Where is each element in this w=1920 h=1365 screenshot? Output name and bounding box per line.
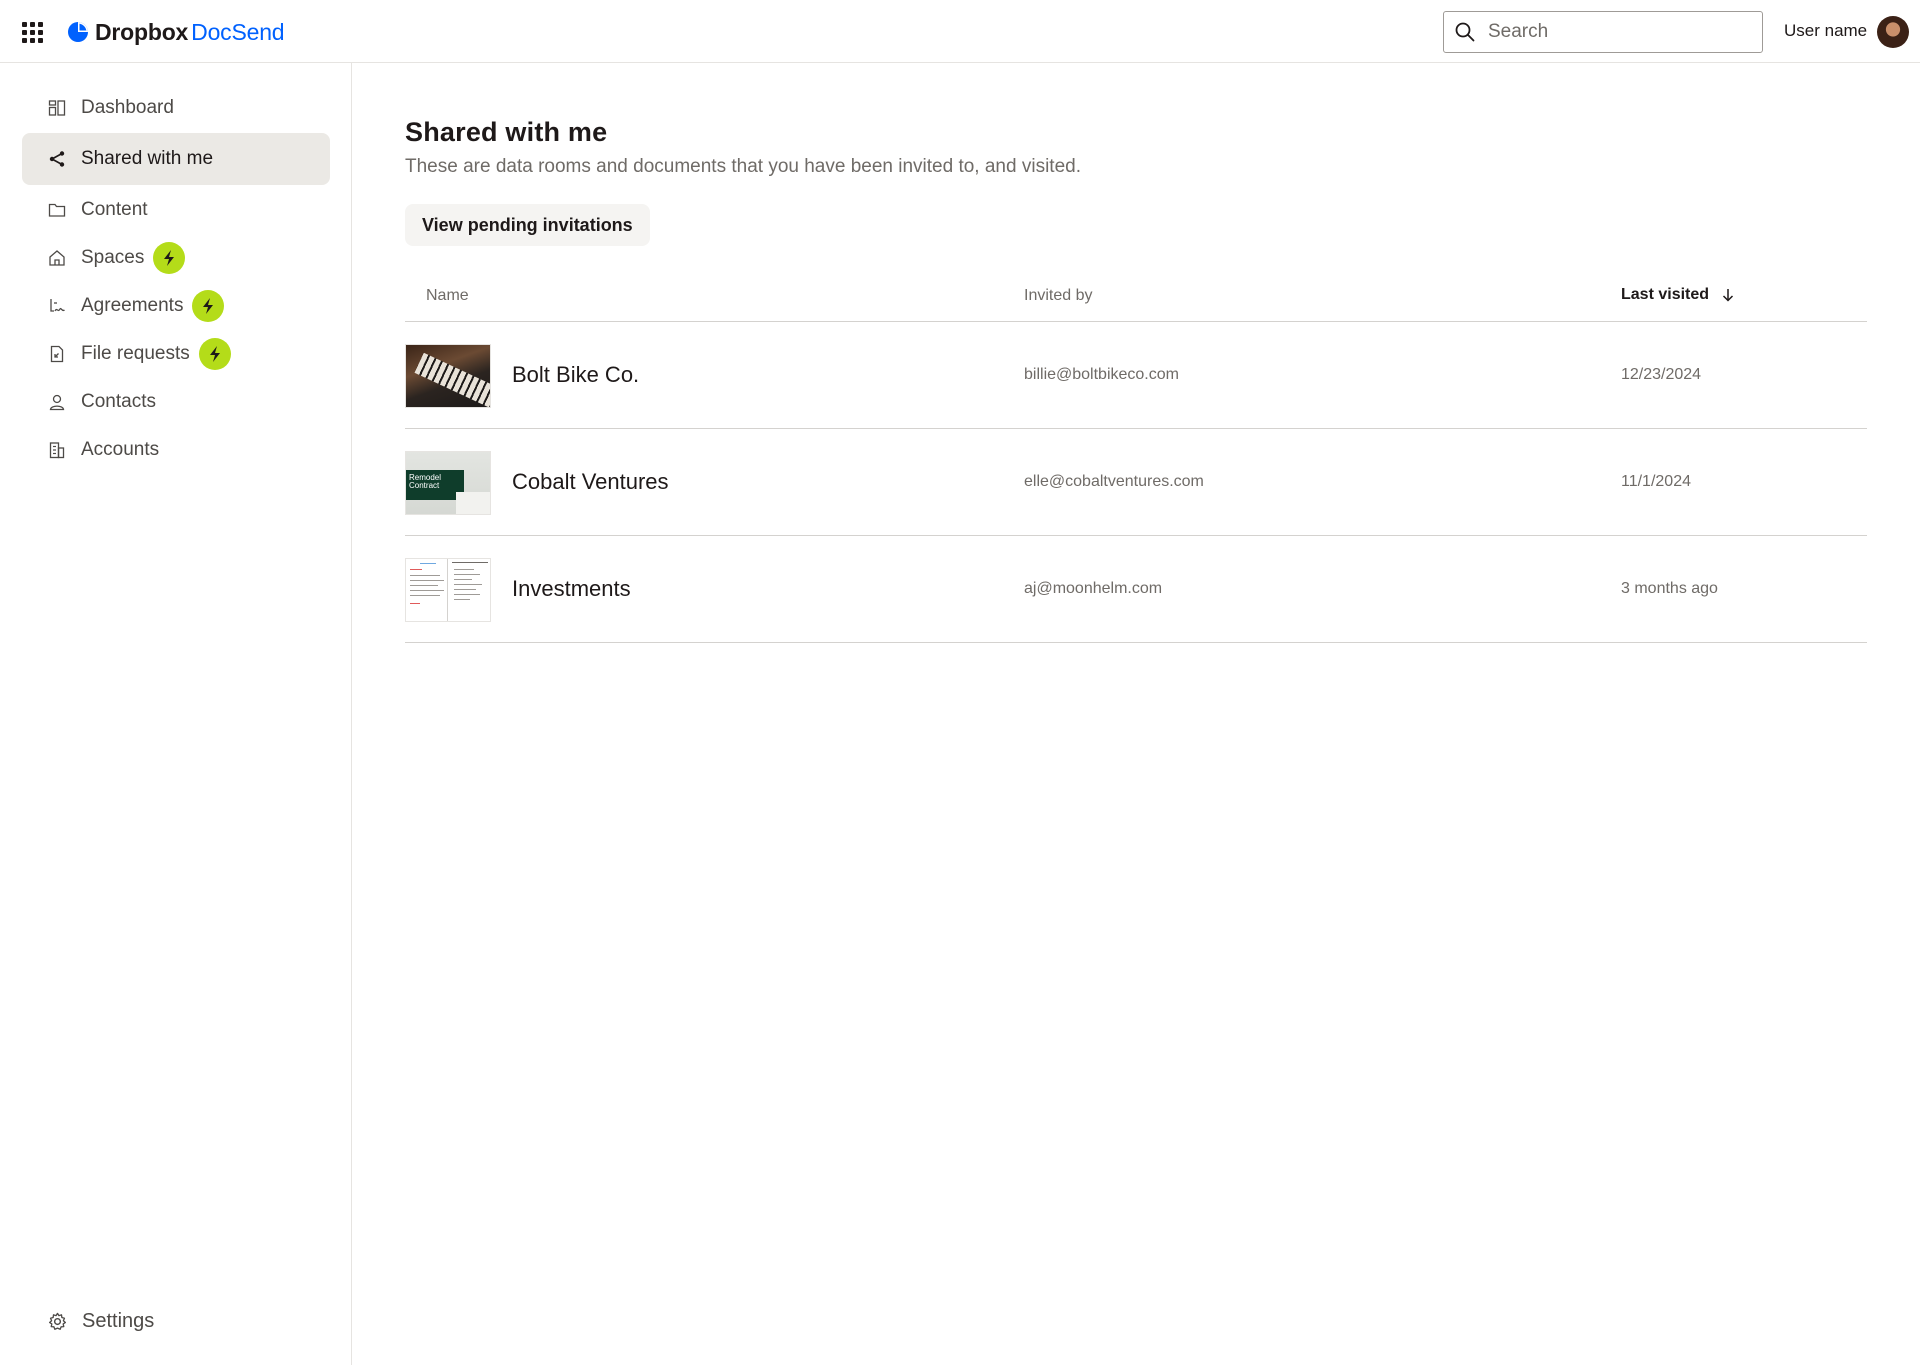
upgrade-bolt-icon[interactable]: [192, 290, 224, 322]
sidebar: Dashboard Shared with me Content Spaces …: [0, 63, 352, 1365]
share-icon: [48, 150, 66, 168]
row-last-visited: 12/23/2024: [1621, 366, 1701, 384]
shared-table: Name Invited by Last visited Bolt Bike C…: [405, 268, 1867, 643]
avatar[interactable]: [1877, 16, 1909, 48]
search-input[interactable]: [1488, 21, 1748, 43]
brand-name-secondary: DocSend: [191, 19, 284, 46]
top-bar: Dropbox DocSend User name: [0, 0, 1920, 63]
sidebar-item-file-requests[interactable]: File requests: [22, 328, 330, 380]
table-row[interactable]: Bolt Bike Co. billie@boltbikeco.com 12/2…: [405, 322, 1867, 429]
row-last-visited: 3 months ago: [1621, 580, 1718, 598]
folder-icon: [48, 201, 66, 219]
column-header-last-visited[interactable]: Last visited: [1621, 286, 1736, 304]
sidebar-item-label: Contacts: [81, 391, 156, 413]
page-subtitle: These are data rooms and documents that …: [405, 156, 1081, 178]
arrow-down-icon: [1720, 287, 1736, 303]
building-icon: [48, 441, 66, 459]
sidebar-item-spaces[interactable]: Spaces: [22, 232, 330, 284]
dropbox-docsend-logo-icon: [67, 21, 89, 43]
row-name[interactable]: Cobalt Ventures: [512, 469, 669, 495]
sidebar-item-shared-with-me[interactable]: Shared with me: [22, 133, 330, 185]
file-request-icon: [48, 345, 66, 363]
sidebar-item-contacts[interactable]: Contacts: [22, 376, 330, 428]
remodel-contract-thumbnail[interactable]: Remodel Contract: [405, 451, 491, 515]
home-icon: [48, 249, 66, 267]
gear-icon: [48, 1312, 67, 1331]
settings-label: Settings: [82, 1310, 154, 1333]
column-header-label: Last visited: [1621, 286, 1709, 304]
sidebar-item-content[interactable]: Content: [22, 184, 330, 236]
search-box[interactable]: [1443, 11, 1763, 53]
sidebar-item-label: Spaces: [81, 247, 144, 269]
document-pages-thumbnail[interactable]: [405, 558, 491, 622]
sidebar-item-label: Shared with me: [81, 148, 213, 170]
sidebar-item-label: Content: [81, 199, 148, 221]
sidebar-item-label: File requests: [81, 343, 190, 365]
sidebar-item-accounts[interactable]: Accounts: [22, 424, 330, 476]
row-invited-by: aj@moonhelm.com: [1024, 580, 1162, 598]
row-last-visited: 11/1/2024: [1621, 473, 1691, 491]
sidebar-item-label: Agreements: [81, 295, 183, 317]
brand-logo[interactable]: Dropbox DocSend: [67, 17, 284, 47]
row-invited-by: billie@boltbikeco.com: [1024, 366, 1179, 384]
row-name[interactable]: Investments: [512, 576, 631, 602]
row-invited-by: elle@cobaltventures.com: [1024, 473, 1204, 491]
sidebar-item-dashboard[interactable]: Dashboard: [22, 82, 330, 134]
column-header-name[interactable]: Name: [426, 287, 469, 305]
table-row[interactable]: Investments aj@moonhelm.com 3 months ago: [405, 536, 1867, 643]
app-grid-icon[interactable]: [20, 20, 44, 44]
view-pending-invitations-button[interactable]: View pending invitations: [405, 204, 650, 246]
dashboard-icon: [48, 99, 66, 117]
settings-link[interactable]: Settings: [48, 1310, 154, 1333]
sidebar-item-label: Accounts: [81, 439, 159, 461]
table-header: Name Invited by Last visited: [405, 268, 1867, 322]
brand-name-primary: Dropbox: [95, 19, 188, 46]
upgrade-bolt-icon[interactable]: [199, 338, 231, 370]
upgrade-bolt-icon[interactable]: [153, 242, 185, 274]
user-name[interactable]: User name: [1784, 21, 1867, 41]
person-icon: [48, 393, 66, 411]
sidebar-item-agreements[interactable]: Agreements: [22, 280, 330, 332]
piano-thumbnail[interactable]: [405, 344, 491, 408]
row-name[interactable]: Bolt Bike Co.: [512, 362, 639, 388]
sidebar-item-label: Dashboard: [81, 97, 174, 119]
search-icon: [1454, 21, 1476, 43]
page-title: Shared with me: [405, 117, 607, 148]
signature-icon: [48, 297, 66, 315]
column-header-invited-by[interactable]: Invited by: [1024, 287, 1092, 305]
table-row[interactable]: Remodel Contract Cobalt Ventures elle@co…: [405, 429, 1867, 536]
